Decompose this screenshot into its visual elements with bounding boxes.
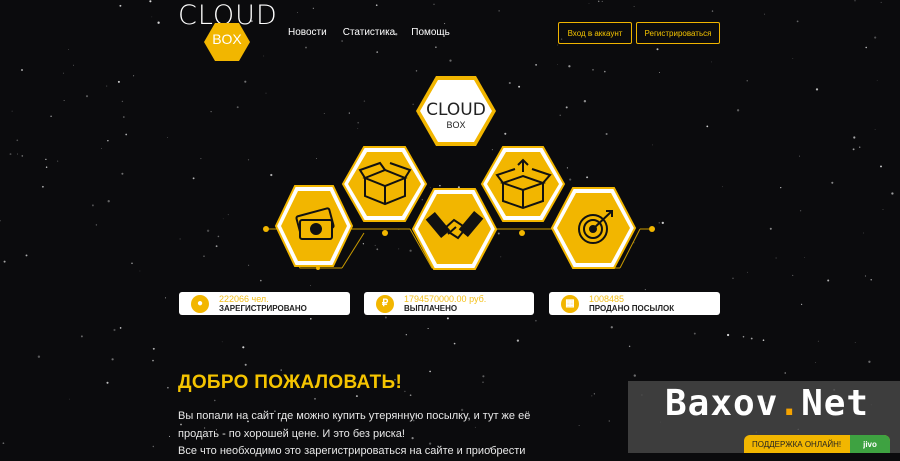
stat-value: 1794570000.00 руб. <box>404 293 487 304</box>
watermark-suffix: Net <box>801 383 870 424</box>
stat-card-registered: ● 222066 чел. ЗАРЕГИСТРИРОВАНО <box>179 292 350 315</box>
stat-value: 1008485 <box>589 293 625 304</box>
stat-label: ЗАРЕГИСТРИРОВАНО <box>219 303 307 313</box>
hexagon-target[interactable] <box>550 187 637 269</box>
ruble-icon: ₽ <box>376 294 394 313</box>
hero-logo-box: BOX <box>446 120 466 130</box>
welcome-line: продать - по хорошей цене. И это без рис… <box>178 427 405 440</box>
hexagon-box[interactable] <box>341 146 428 222</box>
stat-card-paid: ₽ 1794570000.00 руб. ВЫПЛАЧЕНО <box>364 292 534 315</box>
stat-label: ВЫПЛАЧЕНО <box>404 303 458 313</box>
stat-card-sold: ▦ 1008485 ПРОДАНО ПОСЫЛОК <box>549 292 720 315</box>
stat-label: ПРОДАНО ПОСЫЛОК <box>589 303 675 313</box>
user-icon: ● <box>191 294 209 313</box>
stat-value: 222066 чел. <box>219 293 269 304</box>
hexagon-money[interactable] <box>274 185 354 267</box>
jivo-badge[interactable]: jivo <box>850 435 890 453</box>
watermark-dot: . <box>778 383 802 424</box>
welcome-line: Вы попали на сайт где можно купить утеря… <box>178 410 531 422</box>
calendar-icon: ▦ <box>561 294 579 313</box>
hero-logo-word: CLOUD <box>426 100 486 120</box>
welcome-line: Все что необходимо это зарегистрироватьс… <box>178 445 526 457</box>
hexagon-open-box[interactable] <box>480 146 566 222</box>
welcome-heading: ДОБРО ПОЖАЛОВАТЬ! <box>178 372 403 393</box>
watermark-text: Baxov.Net <box>665 383 869 424</box>
watermark-word: Baxov <box>665 383 779 424</box>
